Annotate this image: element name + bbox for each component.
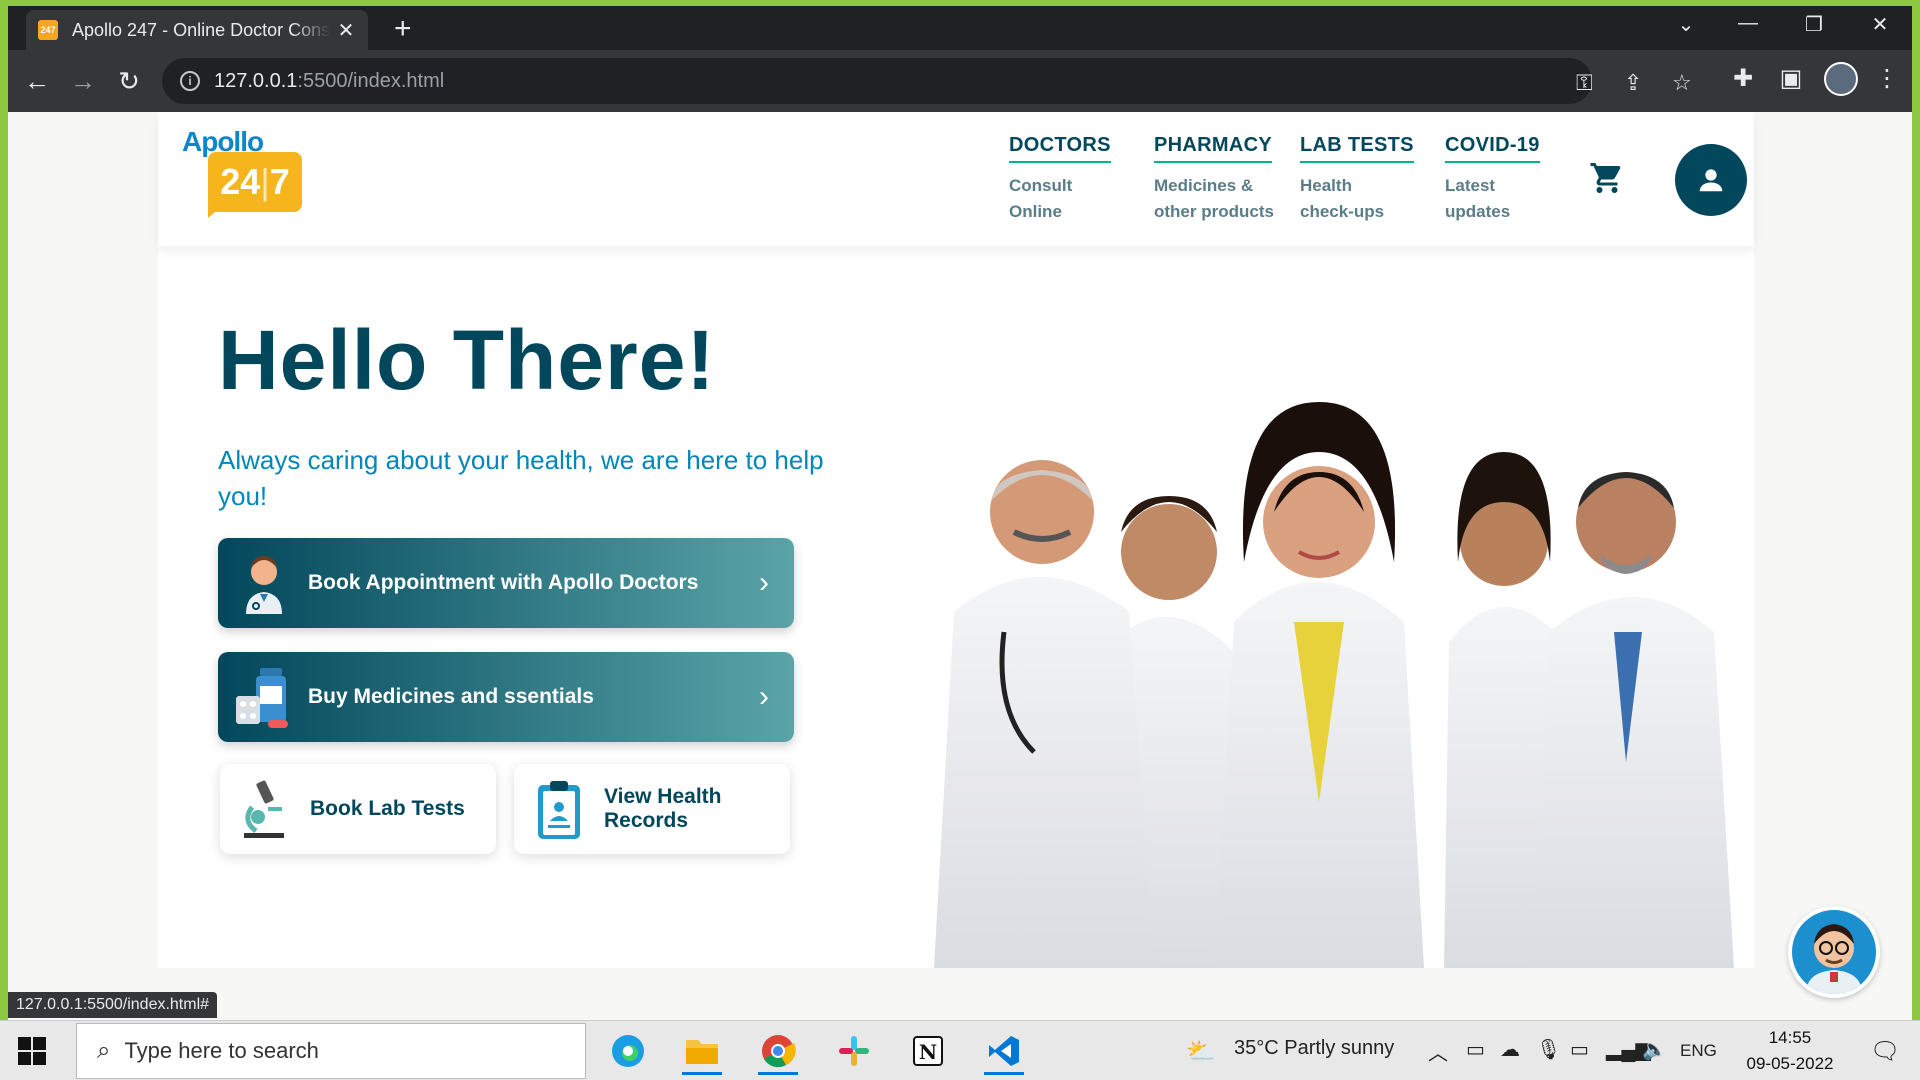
url-path: :5500/index.html (297, 69, 445, 92)
close-tab-icon[interactable]: ✕ (336, 20, 356, 42)
clock-date: 09-05-2022 (1746, 1054, 1834, 1073)
taskbar-search-input[interactable]: ⌕ Type here to search (76, 1023, 586, 1079)
view-health-records-label: View Health Records (604, 785, 722, 832)
doctor-avatar-icon (232, 548, 296, 618)
doctors-group-image (934, 402, 1734, 968)
apollo-favicon-icon: 247 (38, 20, 58, 40)
side-panel-icon[interactable]: ▣ (1774, 64, 1808, 93)
notion-app-icon[interactable]: N (900, 1027, 956, 1075)
language-indicator[interactable]: ENG (1680, 1041, 1717, 1061)
password-key-icon[interactable]: ⚿ (1576, 70, 1593, 96)
book-lab-tests-label: Book Lab Tests (310, 797, 465, 820)
menu-icon[interactable]: ⋮ (1870, 64, 1904, 93)
nav-lab-tests-sub: Health check-ups (1300, 176, 1385, 221)
apollo-logo[interactable]: Apollo 24 | 7 (182, 126, 302, 226)
tab-title: Apollo 247 - Online Doctor Consultation (72, 19, 330, 40)
tab-search-icon[interactable]: ⌄ (1656, 12, 1716, 37)
logo-badge: 24 | 7 (208, 152, 302, 212)
address-bar[interactable]: i 127.0.0.1:5500/index.html ⚿ ⇪ ☆ (162, 58, 1692, 104)
view-health-records-card[interactable]: View Health Records (514, 764, 790, 854)
nav-pharmacy-sub: Medicines & other products (1154, 176, 1274, 221)
onedrive-icon[interactable]: ☁ (1500, 1037, 1520, 1062)
url-host: 127.0.0.1 (214, 69, 298, 92)
cartoon-doctor-icon (1806, 924, 1862, 994)
site-header: Apollo 24 | 7 DOCTORS Consult Online PHARMA… (158, 112, 1754, 246)
search-icon: ⌕ (97, 1037, 111, 1064)
close-window-icon[interactable]: ✕ (1850, 12, 1910, 37)
nav-pharmacy-label: PHARMACY (1154, 134, 1272, 163)
notifications-icon[interactable]: 🗨 (1870, 1037, 1900, 1066)
vscode-app-icon[interactable] (976, 1027, 1032, 1075)
microscope-icon (238, 777, 292, 841)
browser-window: 247 Apollo 247 - Online Doctor Consultat… (8, 6, 1912, 1020)
nav-covid[interactable]: COVID-19 Latest updates (1445, 134, 1540, 225)
back-icon[interactable]: ← (20, 64, 54, 98)
clipboard-icon (532, 777, 586, 841)
status-bar-url: 127.0.0.1:5500/index.html# (8, 992, 218, 1018)
tab-strip: 247 Apollo 247 - Online Doctor Consultat… (8, 6, 1912, 50)
search-placeholder: Type here to search (124, 1038, 319, 1063)
site-info-icon[interactable]: i (180, 71, 200, 91)
nav-doctors[interactable]: DOCTORS Consult Online (1009, 134, 1111, 225)
hero-title: Hello There! (218, 313, 716, 407)
nav-covid-sub: Latest updates (1445, 176, 1511, 221)
hero-subtitle: Always caring about your health, we are … (218, 445, 824, 511)
nav-lab-tests-label: LAB TESTS (1300, 134, 1414, 163)
bookmark-star-icon[interactable]: ☆ (1672, 70, 1692, 96)
medicines-icon (232, 662, 296, 732)
new-tab-icon[interactable]: + (394, 14, 412, 44)
nav-pharmacy[interactable]: PHARMACY Medicines & other products (1154, 134, 1274, 225)
browser-toolbar: ← → ↻ i 127.0.0.1:5500/index.html ⚿ ⇪ ☆ … (8, 50, 1912, 112)
browser-tab[interactable]: 247 Apollo 247 - Online Doctor Consultat… (26, 10, 368, 50)
chatbot-avatar-button[interactable] (1788, 906, 1880, 998)
profile-avatar[interactable] (1824, 62, 1858, 96)
restore-icon[interactable]: ❐ (1784, 12, 1844, 37)
minimize-icon[interactable]: — (1718, 12, 1778, 35)
book-appointment-label: Book Appointment with Apollo Doctors (308, 571, 699, 594)
windows-start-icon[interactable] (18, 1037, 46, 1065)
slack-app-icon[interactable] (826, 1027, 882, 1075)
book-appointment-button[interactable]: Book Appointment with Apollo Doctors › (218, 538, 794, 628)
volume-icon[interactable]: 🔈 (1642, 1037, 1667, 1062)
nav-doctors-label: DOCTORS (1009, 134, 1111, 163)
nav-doctors-sub: Consult Online (1009, 176, 1073, 221)
clock-time: 14:55 (1768, 1028, 1812, 1047)
user-icon (1699, 169, 1723, 192)
apollo-site: Apollo 24 | 7 DOCTORS Consult Online PHARMA… (158, 112, 1754, 968)
cart-icon[interactable] (1589, 160, 1625, 196)
nav-covid-label: COVID-19 (1445, 134, 1540, 163)
edge-app-icon[interactable] (600, 1027, 656, 1075)
battery-icon[interactable]: ▭ (1570, 1037, 1589, 1062)
share-icon[interactable]: ⇪ (1624, 70, 1642, 96)
meet-icon[interactable]: ▭ (1466, 1037, 1485, 1062)
buy-medicines-label: Buy Medicines and ssentials (308, 685, 594, 708)
reload-icon[interactable]: ↻ (112, 64, 146, 98)
chevron-right-icon: › (759, 566, 769, 599)
extensions-icon[interactable]: ✚ (1726, 64, 1760, 93)
windows-taskbar: ⌕ Type here to search N ⛅ 35°C Partly su… (0, 1020, 1920, 1080)
book-lab-tests-card[interactable]: Book Lab Tests (220, 764, 496, 854)
buy-medicines-button[interactable]: Buy Medicines and ssentials › (218, 652, 794, 742)
microphone-icon[interactable]: 🎙 (1536, 1037, 1561, 1062)
user-account-button[interactable] (1675, 144, 1747, 216)
chevron-right-icon: › (759, 680, 769, 713)
forward-icon[interactable]: → (66, 64, 100, 98)
chevron-up-icon[interactable]: ︿ (1428, 1037, 1448, 1066)
weather-text[interactable]: 35°C Partly sunny (1234, 1037, 1394, 1060)
page-viewport: Apollo 24 | 7 DOCTORS Consult Online PHARMA… (8, 112, 1912, 1020)
file-explorer-icon[interactable] (674, 1027, 730, 1075)
weather-icon[interactable]: ⛅ (1186, 1037, 1216, 1066)
chrome-app-icon[interactable] (750, 1027, 806, 1075)
svg-text:N: N (919, 1040, 937, 1064)
logo-tail (208, 206, 222, 218)
nav-lab-tests[interactable]: LAB TESTS Health check-ups (1300, 134, 1414, 225)
taskbar-clock[interactable]: 14:55 09-05-2022 (1730, 1025, 1850, 1077)
